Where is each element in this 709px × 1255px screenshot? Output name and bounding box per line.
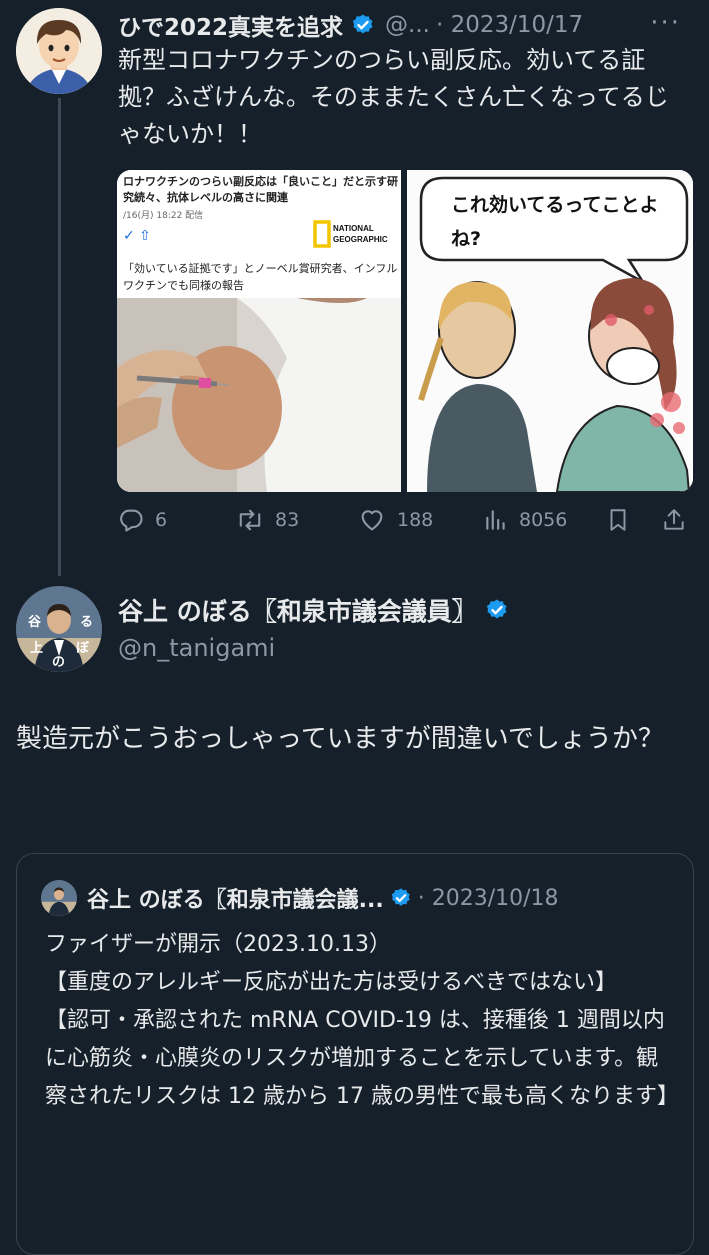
handle[interactable]: @... <box>385 12 430 38</box>
views-chart-icon <box>486 510 505 530</box>
vaccination-photo <box>117 298 401 492</box>
speech-bubble-text: これ効いてるってことよね? <box>451 194 659 250</box>
tweet-media[interactable]: ロナワクチンのつらい副反応は「良いこと」だと示す研究続々、抗体レベルの高さに関連… <box>117 170 693 492</box>
politician-avatar-image: 谷 る 上 ぼ の <box>16 586 102 672</box>
reply-count: 6 <box>155 509 168 531</box>
avatar-char-2: る <box>80 615 93 630</box>
thread-line <box>58 98 61 576</box>
avatar[interactable] <box>41 880 77 916</box>
tweet-text: 製造元がこうおっしゃっていますが間違いでしょうか？ <box>16 724 664 754</box>
avatar[interactable] <box>16 8 102 94</box>
tweet-text: 新型コロナワクチンのつらい副反応。効いてる証拠？ふざけんな。そのままたくさん亡く… <box>118 46 669 148</box>
quote-line-3: 【認可・承認された mRNA COVID-19 は、接種後 1 週間以内に心筋炎… <box>45 1008 679 1109</box>
tweet-header: ひで2022真実を追求 @... · 2023/10/17 <box>118 8 583 42</box>
view-count: 8056 <box>519 509 568 531</box>
share-button[interactable] <box>661 506 697 534</box>
verified-badge-icon <box>391 888 410 906</box>
avatar-char-3: 上 <box>30 641 43 656</box>
verified-badge-icon <box>352 14 373 34</box>
timestamp[interactable]: · 2023/10/18 <box>418 886 559 911</box>
bookmark-button[interactable] <box>605 506 641 534</box>
avatar-char-5: の <box>52 655 65 670</box>
retweet-button[interactable]: 83 <box>235 506 299 534</box>
display-name[interactable]: ひで2022真実を追求 <box>118 8 343 42</box>
reply-icon <box>120 509 143 532</box>
share-mini-icon: ✓ ⇧ <box>123 228 151 244</box>
action-bar: 6 83 188 8056 <box>117 506 697 546</box>
retweet-icon <box>239 509 261 531</box>
heart-icon <box>361 510 383 531</box>
avatar[interactable]: 谷 る 上 ぼ の <box>16 586 102 672</box>
news-date: /16(月) 18:22 配信 <box>123 211 204 221</box>
retweet-count: 83 <box>275 509 300 531</box>
quote-line-1: ファイザーが開示（2023.10.13） <box>45 932 391 957</box>
tweet-header: 谷上 のぼる〖和泉市議会議員〗 <box>118 592 519 628</box>
reply-button[interactable]: 6 <box>117 506 167 534</box>
national-geographic-logo: NATIONAL GEOGRAPHIC <box>313 220 395 248</box>
handle[interactable]: @n_tanigami <box>118 634 275 662</box>
like-button[interactable]: 188 <box>357 506 433 534</box>
views-button[interactable]: 8056 <box>483 506 567 534</box>
quoted-tweet-text: ファイザーが開示（2023.10.13） 【重度のアレルギー反応が出た方は受ける… <box>45 926 679 1116</box>
timestamp[interactable]: · 2023/10/17 <box>436 12 583 38</box>
bookmark-icon <box>610 509 626 531</box>
quoted-tweet-card[interactable]: 谷上 のぼる〖和泉市議会議... · 2023/10/18 ファイザーが開示（2… <box>16 853 694 1255</box>
share-icon <box>664 509 684 530</box>
news-headline: ロナワクチンのつらい副反応は「良いこと」だと示す研究続々、抗体レベルの高さに関連 <box>123 175 398 204</box>
news-screenshot-image[interactable]: ロナワクチンのつらい副反応は「良いこと」だと示す研究続々、抗体レベルの高さに関連… <box>117 170 401 492</box>
quote-line-2: 【重度のアレルギー反応が出た方は受けるべきではない】 <box>45 970 618 995</box>
politician-avatar-small <box>41 880 77 916</box>
more-options-icon[interactable]: ··· <box>650 8 681 38</box>
like-count: 188 <box>397 509 434 531</box>
display-name[interactable]: 谷上 のぼる〖和泉市議会議員〗 <box>118 592 477 628</box>
news-subheadline: 「効いている証拠です」とノーベル賞研究者、インフルワクチンでも同様の報告 <box>123 262 398 292</box>
avatar-char-4: ぼ <box>76 641 90 656</box>
illustration-image[interactable]: これ効いてるってことよね? <box>407 170 693 492</box>
quoted-tweet-header: 谷上 のぼる〖和泉市議会議... · 2023/10/18 <box>87 880 559 916</box>
display-name[interactable]: 谷上 のぼる〖和泉市議会議... <box>87 882 384 914</box>
cartoon-avatar-image <box>16 8 102 94</box>
news-logo-text: NATIONAL GEOGRAPHIC <box>333 224 388 244</box>
verified-badge-icon <box>486 599 507 619</box>
avatar-char-1: 谷 <box>28 614 42 630</box>
